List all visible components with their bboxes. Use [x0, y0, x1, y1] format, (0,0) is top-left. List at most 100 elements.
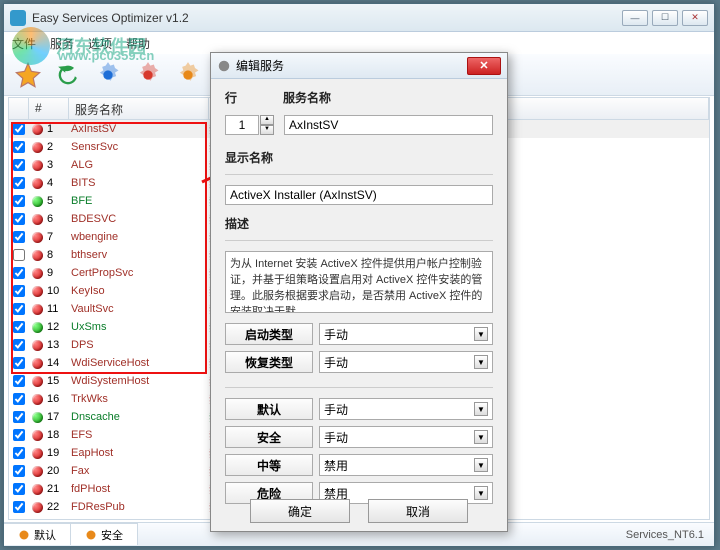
menu-file[interactable]: 文件 [12, 35, 36, 52]
gear-orange-button[interactable] [170, 58, 206, 92]
row-checkbox[interactable] [13, 393, 25, 405]
row-number: 18 [47, 429, 59, 441]
status-tab-default[interactable]: 默认 [4, 523, 71, 545]
row-checkbox[interactable] [13, 501, 25, 513]
service-name: EapHost [69, 447, 209, 459]
dialog-title: 编辑服务 [236, 57, 284, 74]
row-checkbox[interactable] [13, 249, 25, 261]
edit-service-dialog: 编辑服务 ✕ 行 服务名称 ▲ ▼ 显示名称 描述 为从 In [210, 52, 508, 532]
level-safe-combo[interactable]: 手动▼ [319, 426, 493, 448]
recovery-type-label: 恢复类型 [225, 351, 313, 373]
level-medium-combo[interactable]: 禁用▼ [319, 454, 493, 476]
status-dot-icon [32, 502, 43, 513]
row-checkbox[interactable] [13, 213, 25, 225]
chevron-down-icon: ▼ [474, 458, 488, 472]
row-checkbox[interactable] [13, 159, 25, 171]
row-checkbox[interactable] [13, 177, 25, 189]
menu-services[interactable]: 服务 [50, 35, 74, 52]
status-dot-icon [32, 340, 43, 351]
row-checkbox[interactable] [13, 357, 25, 369]
refresh-button[interactable] [50, 58, 86, 92]
row-checkbox[interactable] [13, 465, 25, 477]
status-dot-icon [32, 394, 43, 405]
row-checkbox[interactable] [13, 483, 25, 495]
row-checkbox[interactable] [13, 141, 25, 153]
service-name: Dnscache [69, 411, 209, 423]
status-dot-icon [32, 322, 43, 333]
row-checkbox[interactable] [13, 231, 25, 243]
status-dot-icon [32, 430, 43, 441]
service-name: Fax [69, 465, 209, 477]
row-checkbox[interactable] [13, 195, 25, 207]
col-name[interactable]: 服务名称 [69, 98, 209, 119]
row-checkbox[interactable] [13, 267, 25, 279]
row-number: 5 [47, 195, 53, 207]
status-text: Services_NT6.1 [626, 529, 714, 541]
row-checkbox[interactable] [13, 447, 25, 459]
gear-red-button[interactable] [130, 58, 166, 92]
status-dot-icon [32, 214, 43, 225]
row-number-input[interactable] [225, 115, 259, 135]
status-dot-icon [32, 412, 43, 423]
level-default-combo[interactable]: 手动▼ [319, 398, 493, 420]
window-title: Easy Services Optimizer v1.2 [32, 11, 189, 25]
row-checkbox[interactable] [13, 303, 25, 315]
display-name-input[interactable] [225, 185, 493, 205]
level-default-label: 默认 [225, 398, 313, 420]
status-dot-icon [32, 448, 43, 459]
col-number[interactable]: # [29, 98, 69, 119]
status-dot-icon [32, 304, 43, 315]
close-button[interactable]: ✕ [682, 10, 708, 26]
status-dot-icon [32, 196, 43, 207]
service-name-input[interactable] [284, 115, 493, 135]
status-dot-icon [32, 268, 43, 279]
chevron-down-icon: ▼ [474, 355, 488, 369]
status-tab-safe[interactable]: 安全 [71, 523, 138, 545]
status-dot-icon [32, 232, 43, 243]
row-number: 16 [47, 393, 59, 405]
row-checkbox[interactable] [13, 411, 25, 423]
chevron-down-icon: ▼ [474, 486, 488, 500]
service-name: TrkWks [69, 393, 209, 405]
row-checkbox[interactable] [13, 375, 25, 387]
dialog-close-button[interactable]: ✕ [467, 57, 501, 75]
row-number: 17 [47, 411, 59, 423]
service-name: FDResPub [69, 501, 209, 513]
row-checkbox[interactable] [13, 321, 25, 333]
row-number: 22 [47, 501, 59, 513]
spin-up-button[interactable]: ▲ [260, 115, 274, 125]
status-dot-icon [32, 484, 43, 495]
ok-button[interactable]: 确定 [250, 499, 350, 523]
service-name: DPS [69, 339, 209, 351]
menu-options[interactable]: 选项 [88, 35, 112, 52]
row-checkbox[interactable] [13, 339, 25, 351]
status-dot-icon [32, 250, 43, 261]
level-medium-label: 中等 [225, 454, 313, 476]
status-dot-icon [32, 376, 43, 387]
menubar: 文件 服务 选项 帮助 [4, 32, 714, 54]
gear-icon [217, 59, 231, 73]
row-number: 10 [47, 285, 59, 297]
service-name-label: 服务名称 [283, 89, 493, 106]
row-number: 21 [47, 483, 59, 495]
row-checkbox[interactable] [13, 285, 25, 297]
service-name: ALG [69, 159, 209, 171]
service-name: AxInstSV [69, 123, 209, 135]
gear-blue-button[interactable] [90, 58, 126, 92]
service-name: fdPHost [69, 483, 209, 495]
maximize-button[interactable]: ☐ [652, 10, 678, 26]
recovery-type-combo[interactable]: 手动▼ [319, 351, 493, 373]
menu-help[interactable]: 帮助 [126, 35, 150, 52]
row-number: 15 [47, 375, 59, 387]
row-checkbox[interactable] [13, 123, 25, 135]
description-box[interactable]: 为从 Internet 安装 ActiveX 控件提供用户帐户控制验证，并基于组… [225, 251, 493, 313]
minimize-button[interactable]: — [622, 10, 648, 26]
spin-down-button[interactable]: ▼ [260, 125, 274, 135]
row-checkbox[interactable] [13, 429, 25, 441]
row-label: 行 [225, 89, 283, 106]
favorite-button[interactable] [10, 58, 46, 92]
startup-type-combo[interactable]: 手动▼ [319, 323, 493, 345]
row-number: 11 [47, 303, 58, 315]
cancel-button[interactable]: 取消 [368, 499, 468, 523]
dialog-titlebar: 编辑服务 ✕ [211, 53, 507, 79]
